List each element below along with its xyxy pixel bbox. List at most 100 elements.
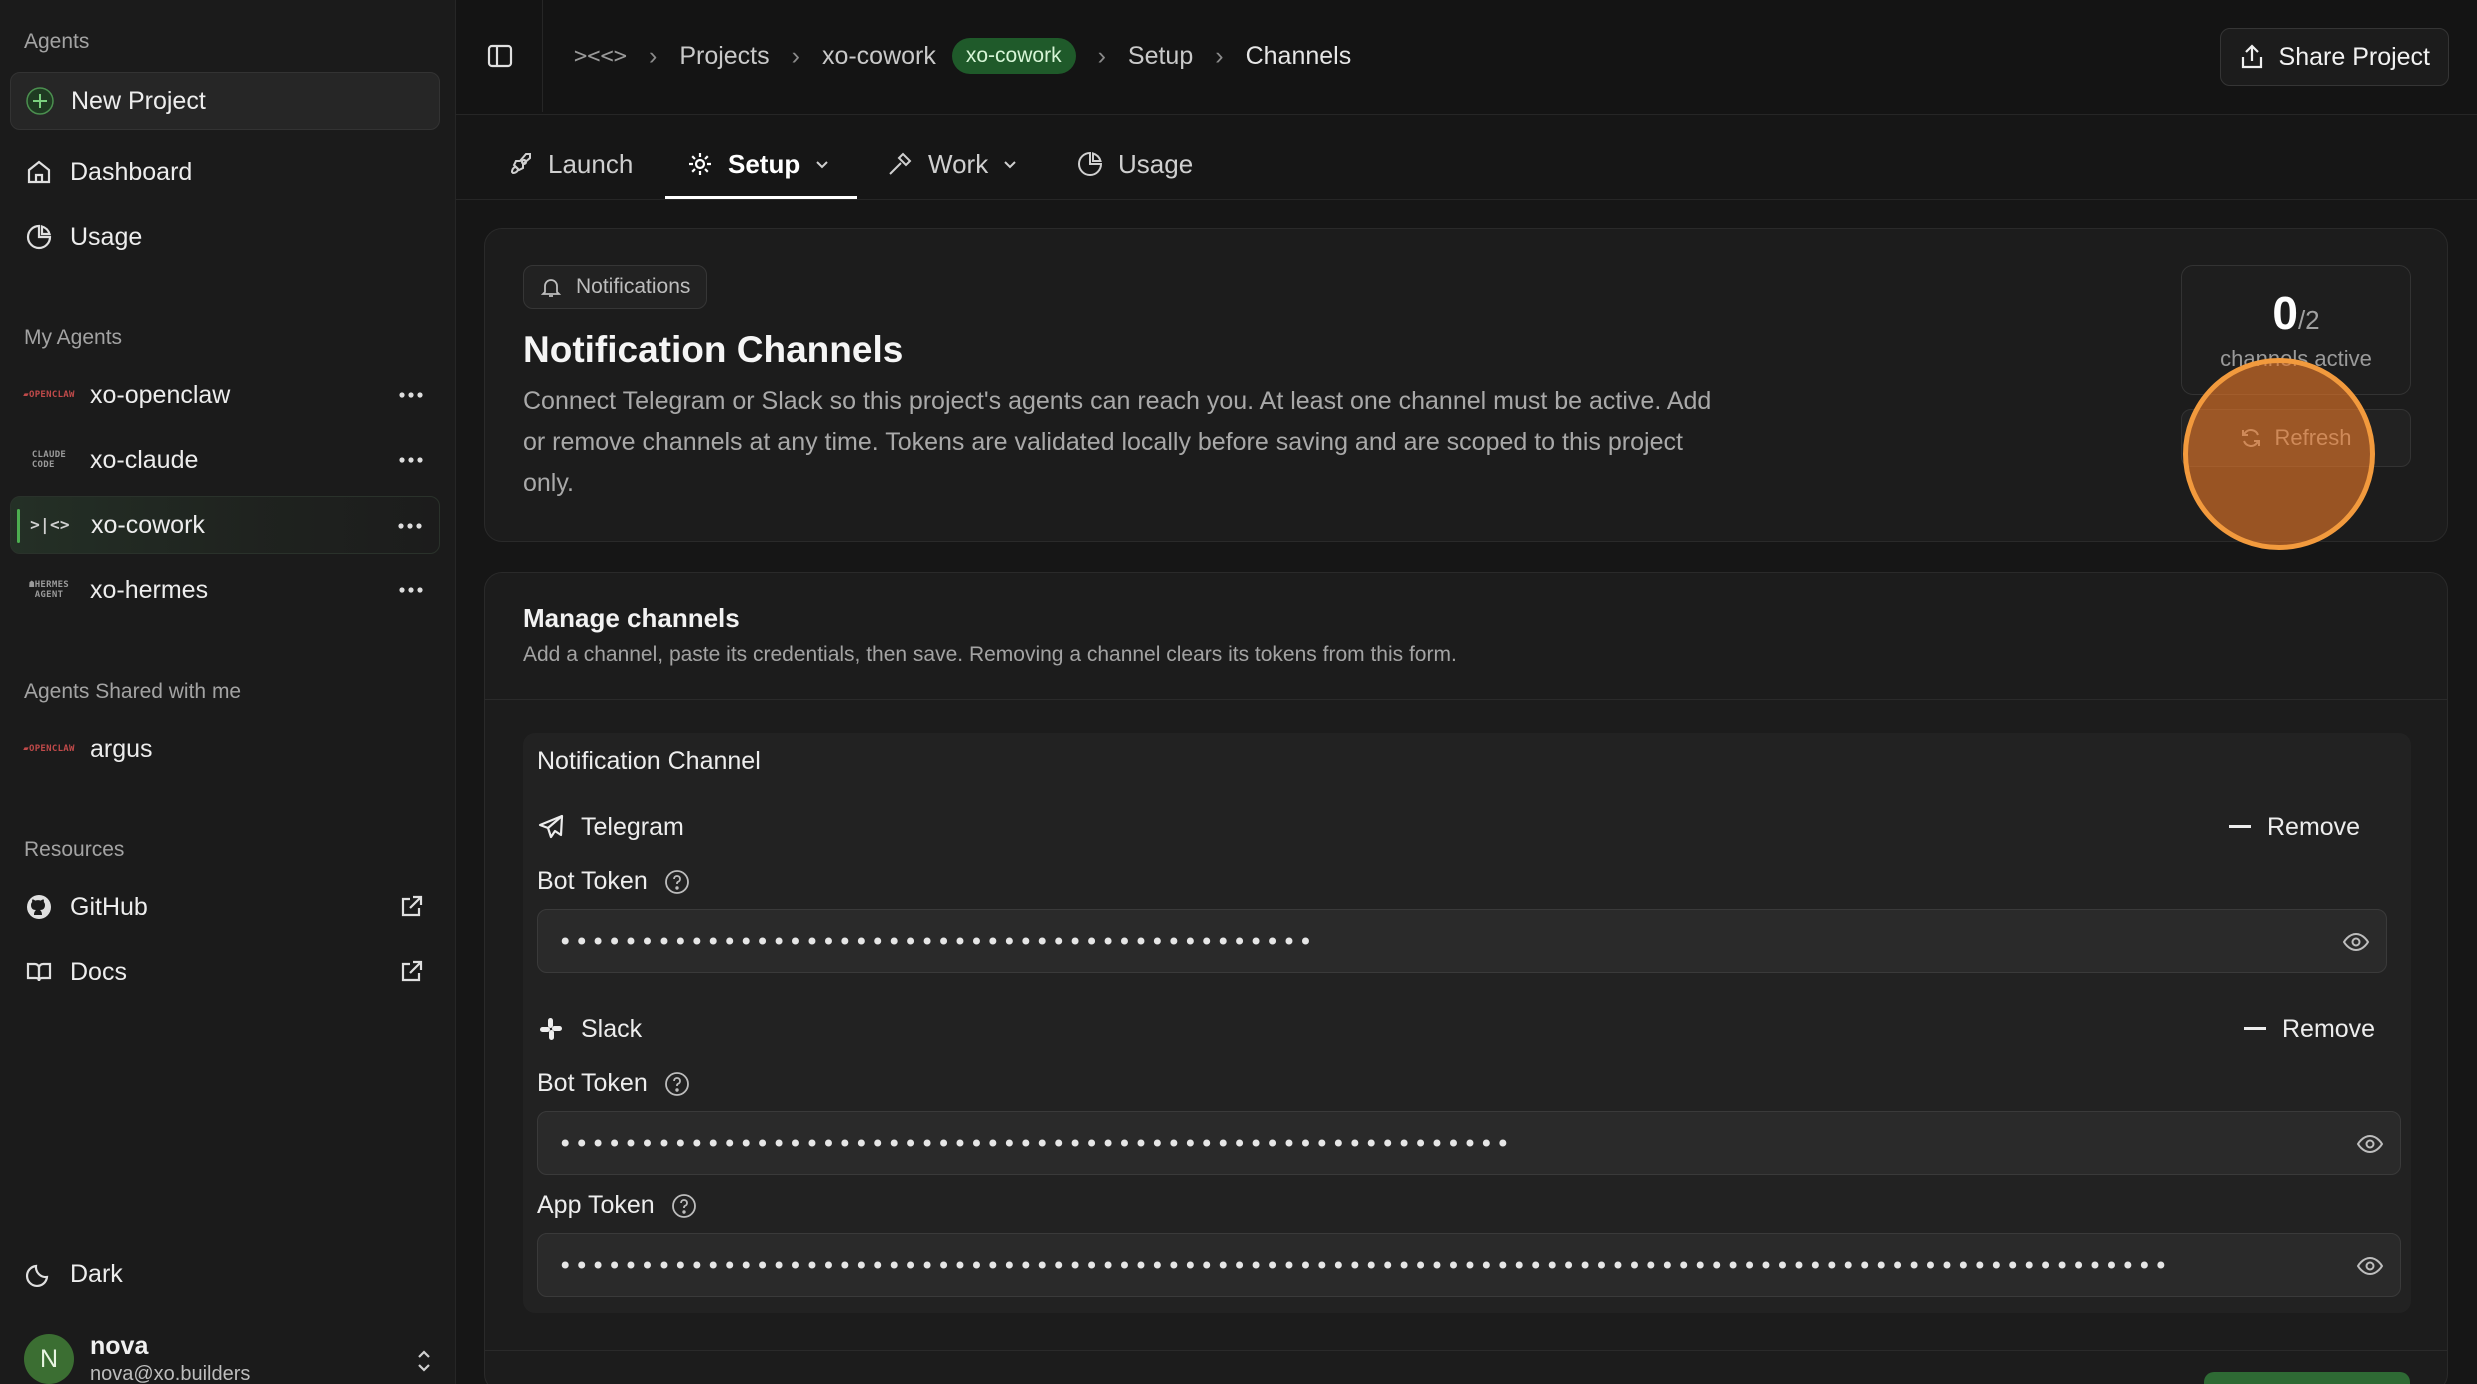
resources-heading: Resources [24,838,125,861]
sidebar-item-github[interactable]: GitHub [10,878,440,936]
divider [485,699,2447,700]
help-icon[interactable] [664,1071,690,1097]
telegram-bot-token-label: Bot Token [537,867,690,896]
agent-item-xo-hermes[interactable]: ☗HERMES AGENT xo-hermes [10,561,440,619]
bell-icon [540,276,562,298]
tab-work[interactable]: Work [886,128,1018,200]
sidebar: Agents New Project Dashboard Usage My Ag… [0,0,456,1384]
sidebar-item-usage[interactable]: Usage [10,208,440,266]
remove-slack-button[interactable]: Remove [2244,1011,2375,1047]
tab-usage[interactable]: Usage [1076,128,1193,200]
chevron-right-icon: › [648,41,658,70]
eye-icon[interactable] [2356,1130,2384,1158]
agent-item-argus[interactable]: ▰OPENCLAW argus [10,720,440,778]
sidebar-item-label: Docs [70,957,127,986]
tab-setup[interactable]: Setup [686,128,830,200]
breadcrumb-setup[interactable]: Setup [1128,42,1193,71]
chevron-right-icon: › [791,41,800,70]
notification-channel-panel: Notification Channel Telegram Remove Bot… [523,733,2411,1313]
channels-active-stat: 0/2 channels active [2181,265,2411,395]
chevron-right-icon: › [1097,41,1106,70]
help-icon[interactable] [671,1193,697,1219]
channel-telegram: Telegram [537,809,684,845]
user-menu[interactable]: N nova nova@xo.builders [24,1332,434,1384]
save-button[interactable] [2204,1372,2410,1384]
breadcrumb-projects[interactable]: Projects [679,42,769,71]
slack-bot-token-label: Bot Token [537,1069,690,1098]
stat-count-value: 0 [2272,287,2298,339]
agent-label: argus [90,734,153,763]
plus-icon [25,86,55,116]
refresh-button[interactable]: Refresh [2181,409,2411,467]
cowork-logo-icon: >|<> [30,515,70,534]
more-options-icon[interactable] [396,575,426,605]
gear-icon [686,150,714,178]
chevron-up-down-icon [414,1348,434,1374]
breadcrumb: ><<> › Projects › xo-cowork xo-cowork › … [574,36,1351,76]
openclaw-logo-icon: ▰OPENCLAW [23,744,75,754]
sidebar-toggle-icon[interactable] [486,42,516,72]
agent-item-xo-openclaw[interactable]: ▰OPENCLAW xo-openclaw [10,366,440,424]
agent-item-xo-claude[interactable]: CLAUDE CODE xo-claude [10,431,440,489]
project-badge: xo-cowork [951,38,1076,74]
tab-label: Launch [548,148,634,179]
chevron-right-icon: › [1215,41,1224,70]
tab-label: Work [928,148,989,179]
openclaw-logo-icon: ▰OPENCLAW [23,390,75,400]
minus-icon [2229,825,2251,829]
agents-heading: Agents [24,30,90,53]
more-options-icon[interactable] [396,380,426,410]
sidebar-item-label: Dashboard [70,157,193,186]
app-logo[interactable]: ><<> [574,44,627,69]
theme-label: Dark [70,1259,123,1288]
stat-count: 0/2 [2182,286,2410,340]
remove-label: Remove [2267,812,2361,841]
new-project-button[interactable]: New Project [10,72,440,130]
telegram-icon [537,813,565,841]
more-options-icon[interactable] [395,511,425,541]
eye-icon[interactable] [2356,1252,2384,1280]
page-description: Connect Telegram or Slack so this projec… [523,387,1712,497]
claude-code-logo-icon: CLAUDE CODE [31,450,67,470]
new-project-label: New Project [71,86,206,115]
field-label-text: Bot Token [537,867,648,895]
breadcrumb-channels: Channels [1245,41,1352,70]
rocket-icon [506,150,534,178]
agent-label: xo-claude [90,445,199,474]
section-subtitle: Add a channel, paste its credentials, th… [523,643,1457,666]
agent-item-xo-cowork[interactable]: >|<> xo-cowork [10,496,440,554]
eye-icon[interactable] [2342,928,2370,956]
remove-telegram-button[interactable]: Remove [2229,809,2360,845]
chevron-down-icon [1002,156,1018,172]
masked-value: ••••••••••••••••••••••••••••••••••••••••… [558,1254,2171,1278]
share-project-button[interactable]: Share Project [2219,28,2449,86]
notification-channels-card: Notifications Notification Channels Conn… [484,228,2448,542]
hammer-icon [886,150,914,178]
panel-title: Notification Channel [537,747,761,775]
stat-label: channels active [2220,346,2372,371]
channel-name: Telegram [581,812,684,841]
minus-icon [2244,1027,2266,1031]
telegram-bot-token-input[interactable]: ••••••••••••••••••••••••••••••••••••••••… [537,909,2387,973]
sidebar-item-dashboard[interactable]: Dashboard [10,143,440,201]
top-bar: ><<> › Projects › xo-cowork xo-cowork › … [456,0,2477,115]
more-options-icon[interactable] [396,445,426,475]
github-icon [24,892,54,922]
channel-slack: Slack [537,1011,642,1047]
divider [484,1350,2448,1351]
masked-value: ••••••••••••••••••••••••••••••••••••••••… [558,930,1315,954]
share-icon [2239,43,2265,71]
page-title: Notification Channels [523,329,904,370]
field-label-text: App Token [537,1191,655,1219]
slack-app-token-input[interactable]: ••••••••••••••••••••••••••••••••••••••••… [537,1233,2401,1297]
tab-label: Usage [1118,148,1194,179]
help-icon[interactable] [664,869,690,895]
sidebar-item-docs[interactable]: Docs [10,943,440,1001]
theme-toggle[interactable]: Dark [10,1245,440,1303]
tab-launch[interactable]: Launch [506,128,633,200]
stat-count-total: /2 [2297,305,2320,335]
user-name: nova [90,1332,149,1360]
slack-bot-token-input[interactable]: ••••••••••••••••••••••••••••••••••••••••… [537,1111,2401,1175]
book-icon [24,957,54,987]
breadcrumb-project[interactable]: xo-cowork [822,42,936,71]
